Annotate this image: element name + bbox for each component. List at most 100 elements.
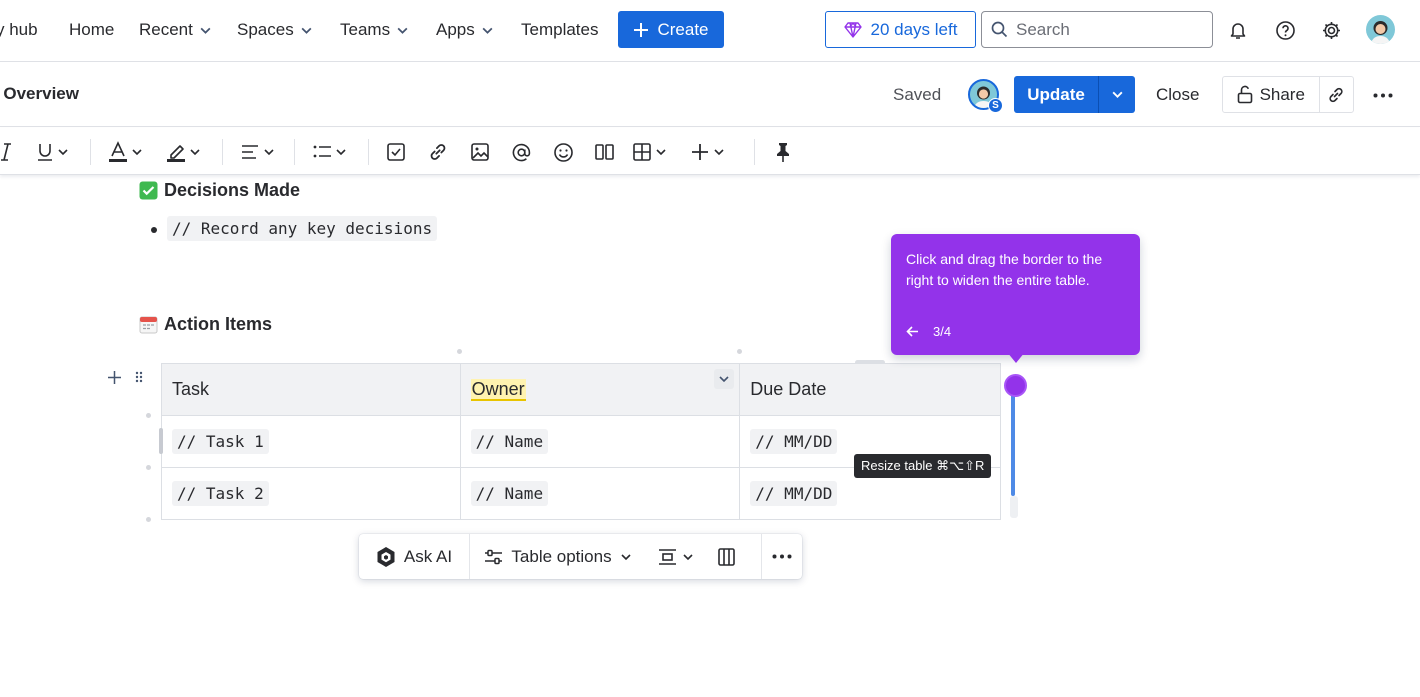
table-alignment-button[interactable]	[646, 534, 706, 579]
update-button-group: Update	[1014, 76, 1135, 113]
search-input[interactable]: Search	[981, 11, 1213, 48]
chevron-down-icon	[301, 27, 312, 34]
table-header-cell[interactable]: Due Date	[739, 363, 1001, 416]
action-items-table: Task Owner Due Date // Task 1 // Name //…	[161, 363, 1001, 520]
row-insert-dot[interactable]	[146, 517, 151, 522]
underline-button[interactable]	[36, 140, 69, 164]
italic-button[interactable]	[0, 140, 12, 164]
table-button[interactable]	[632, 140, 667, 164]
nav-your-hub[interactable]: y hub	[0, 18, 38, 42]
table-header-row: Task Owner Due Date	[161, 363, 1001, 416]
add-row-button[interactable]	[106, 368, 122, 386]
create-button[interactable]: Create	[618, 11, 724, 48]
table-cell[interactable]: // Name	[459, 467, 741, 520]
align-button[interactable]	[240, 140, 275, 164]
nav-recent[interactable]: Recent	[139, 18, 212, 42]
editor-toolbar	[0, 128, 1420, 175]
more-actions-button[interactable]	[1370, 83, 1396, 107]
nav-templates[interactable]: Templates	[521, 18, 598, 42]
drag-handle-icon	[135, 371, 143, 383]
nav-teams-label: Teams	[340, 20, 391, 39]
columns-icon	[717, 547, 735, 566]
cell-text: // Name	[470, 480, 549, 506]
emoji-button[interactable]	[553, 140, 574, 164]
column-insert-dot[interactable]	[737, 349, 742, 354]
table-cell[interactable]: // Task 1	[161, 415, 461, 468]
cell-text: // MM/DD	[750, 428, 838, 454]
toolbar-divider	[754, 139, 755, 165]
decisions-item[interactable]: // Record any key decisions	[167, 216, 438, 241]
table-cell[interactable]: // Name	[459, 415, 741, 468]
chevron-down-icon	[656, 149, 666, 156]
nav-spaces[interactable]: Spaces	[237, 18, 313, 42]
trial-button[interactable]: 20 days left	[825, 11, 976, 48]
plus-icon	[634, 22, 649, 37]
list-icon	[313, 145, 331, 158]
image-icon	[471, 143, 489, 161]
close-button[interactable]: Close	[1156, 85, 1199, 105]
copy-link-button[interactable]	[1320, 77, 1353, 112]
action-items-heading-text: Action Items	[164, 314, 273, 334]
table-options-button[interactable]: Table options	[470, 534, 646, 579]
nav-spaces-label: Spaces	[237, 20, 294, 39]
ask-ai-label: Ask AI	[403, 546, 453, 566]
ask-ai-button[interactable]: Ask AI	[359, 534, 469, 579]
drag-handle[interactable]	[133, 368, 145, 386]
cell-text: // Name	[470, 428, 549, 454]
resize-handle-track	[1010, 496, 1018, 518]
user-avatar[interactable]	[1366, 15, 1395, 44]
search-placeholder: Search	[1016, 19, 1070, 39]
nav-home[interactable]: Home	[69, 18, 114, 42]
page-title[interactable]: t Overview	[0, 84, 79, 104]
nav-apps[interactable]: Apps	[436, 18, 494, 42]
top-navigation: y hub Home Recent Spaces Teams Apps Temp…	[0, 0, 1420, 62]
table-header-cell[interactable]: Task	[161, 363, 461, 416]
chevron-down-icon	[336, 149, 346, 156]
task-icon	[387, 143, 405, 161]
link-icon	[430, 144, 446, 160]
cell-text: // MM/DD	[750, 480, 838, 506]
collaborator-avatar[interactable]: S	[968, 79, 1003, 113]
more-icon	[1373, 93, 1393, 97]
header-due-date: Due Date	[750, 379, 827, 399]
chevron-down-icon	[132, 149, 142, 156]
task-button[interactable]	[386, 140, 406, 164]
column-width-button[interactable]	[706, 534, 746, 579]
saved-status: Saved	[893, 85, 942, 104]
link-button[interactable]	[428, 140, 448, 164]
image-button[interactable]	[470, 140, 490, 164]
help-button[interactable]	[1272, 17, 1298, 43]
insert-button[interactable]	[690, 140, 725, 164]
table-header-cell[interactable]: Owner	[459, 363, 741, 416]
highlight-button[interactable]	[166, 140, 201, 164]
update-options-button[interactable]	[1098, 76, 1135, 113]
pin-toolbar-button[interactable]	[774, 140, 792, 164]
trial-button-label: 20 days left	[870, 19, 958, 39]
chevron-down-icon	[58, 149, 68, 156]
underline-icon	[38, 144, 52, 161]
share-button[interactable]: Share	[1223, 77, 1320, 112]
tour-hotspot[interactable]	[1004, 374, 1027, 397]
row-insert-dot[interactable]	[146, 413, 151, 418]
table-cell[interactable]: // Task 2	[161, 467, 461, 520]
nav-home-label: Home	[69, 20, 115, 39]
list-button[interactable]	[312, 140, 347, 164]
text-color-button[interactable]	[108, 140, 143, 164]
settings-button[interactable]	[1318, 17, 1344, 43]
chevron-down-icon	[1112, 91, 1122, 98]
column-insert-dot[interactable]	[457, 349, 462, 354]
notifications-button[interactable]	[1225, 17, 1251, 43]
check-mark-icon	[139, 181, 158, 200]
row-grip[interactable]	[159, 428, 163, 454]
chevron-down-icon	[264, 149, 274, 156]
decisions-heading: Decisions Made	[139, 180, 300, 201]
column-menu-button[interactable]	[714, 369, 734, 389]
layout-button[interactable]	[594, 140, 615, 164]
nav-teams[interactable]: Teams	[340, 18, 409, 42]
mention-button[interactable]	[511, 140, 532, 164]
table-resize-border[interactable]	[1011, 386, 1015, 496]
row-insert-dot[interactable]	[146, 465, 151, 470]
arrow-left-icon[interactable]	[906, 326, 919, 337]
table-more-button[interactable]	[762, 534, 802, 579]
update-button[interactable]: Update	[1014, 76, 1098, 113]
